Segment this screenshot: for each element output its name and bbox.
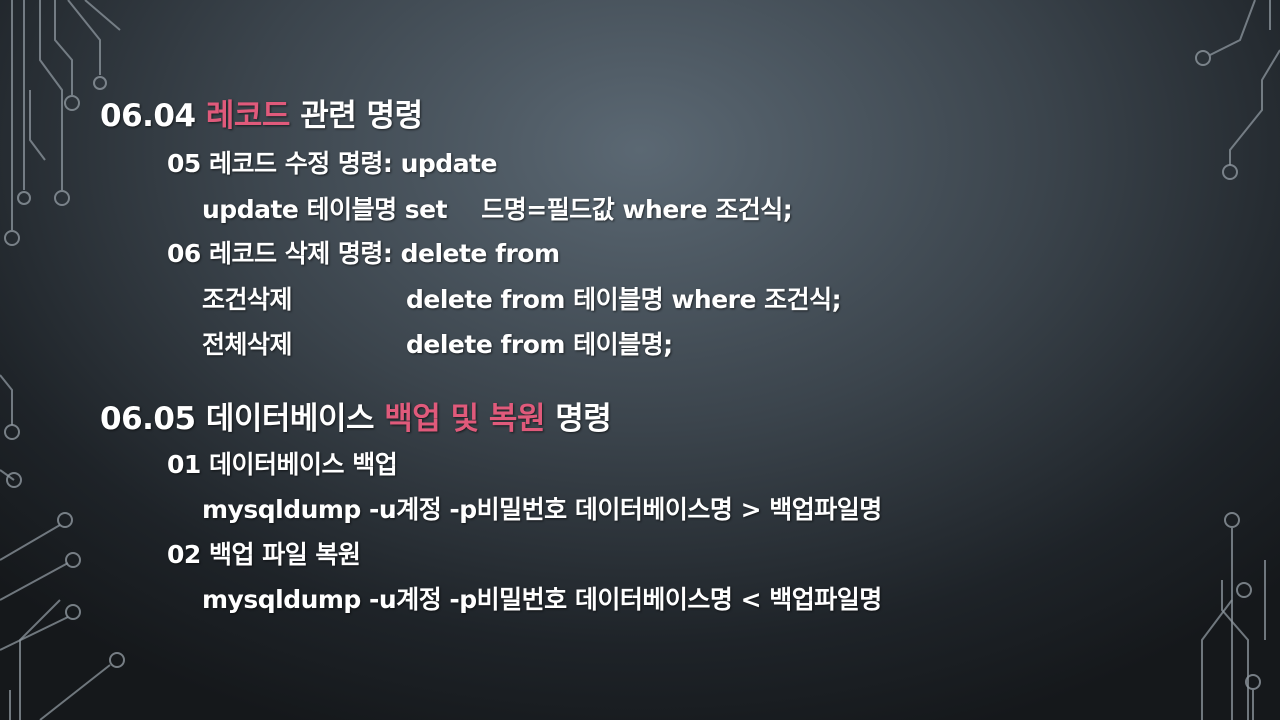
item-05-title: 05 레코드 수정 명령: update [167,149,497,178]
delete-conditional-row: 조건삭제 delete from 테이블명 where 조건식; [202,280,1002,314]
section-accent: 레코드 [205,98,291,134]
item-01-title: 01 데이터베이스 백업 [167,450,398,479]
restore-syntax: mysqldump -u계정 -p비밀번호 데이터베이스명 < 백업파일명 [202,585,882,614]
section2-number: 06.05 [100,401,196,437]
section-heading-0604: 06.04 레코드 관련 명령 [100,90,423,135]
section2-accent: 백업 및 복원 [384,401,545,437]
slide: { "section1": { "number": "06.04", "acce… [0,0,1280,720]
backup-syntax: mysqldump -u계정 -p비밀번호 데이터베이스명 > 백업파일명 [202,495,882,524]
item-06-title: 06 레코드 삭제 명령: delete from [167,239,560,268]
section2-rest: 명령 [555,401,612,437]
delete-conditional-label: 조건삭제 [202,285,293,314]
item-02-title: 02 백업 파일 복원 [167,540,361,569]
update-syntax: update 테이블명 set 드명=필드값 where 조건식; [202,190,793,226]
delete-all-row: 전체삭제 delete from 테이블명; [202,325,1002,359]
section-rest: 관련 명령 [300,98,423,134]
section2-pre: 데이터베이스 [205,401,375,437]
delete-all-label: 전체삭제 [202,330,293,359]
section-heading-0605: 06.05 데이터베이스 백업 및 복원 명령 [100,393,612,438]
delete-all-syntax: delete from 테이블명; [406,330,673,359]
update-syntax-a: update 테이블명 set [202,195,448,224]
section-number: 06.04 [100,98,196,134]
update-syntax-b: 드명=필드값 where 조건식; [481,195,793,224]
delete-conditional-syntax: delete from 테이블명 where 조건식; [406,285,842,314]
